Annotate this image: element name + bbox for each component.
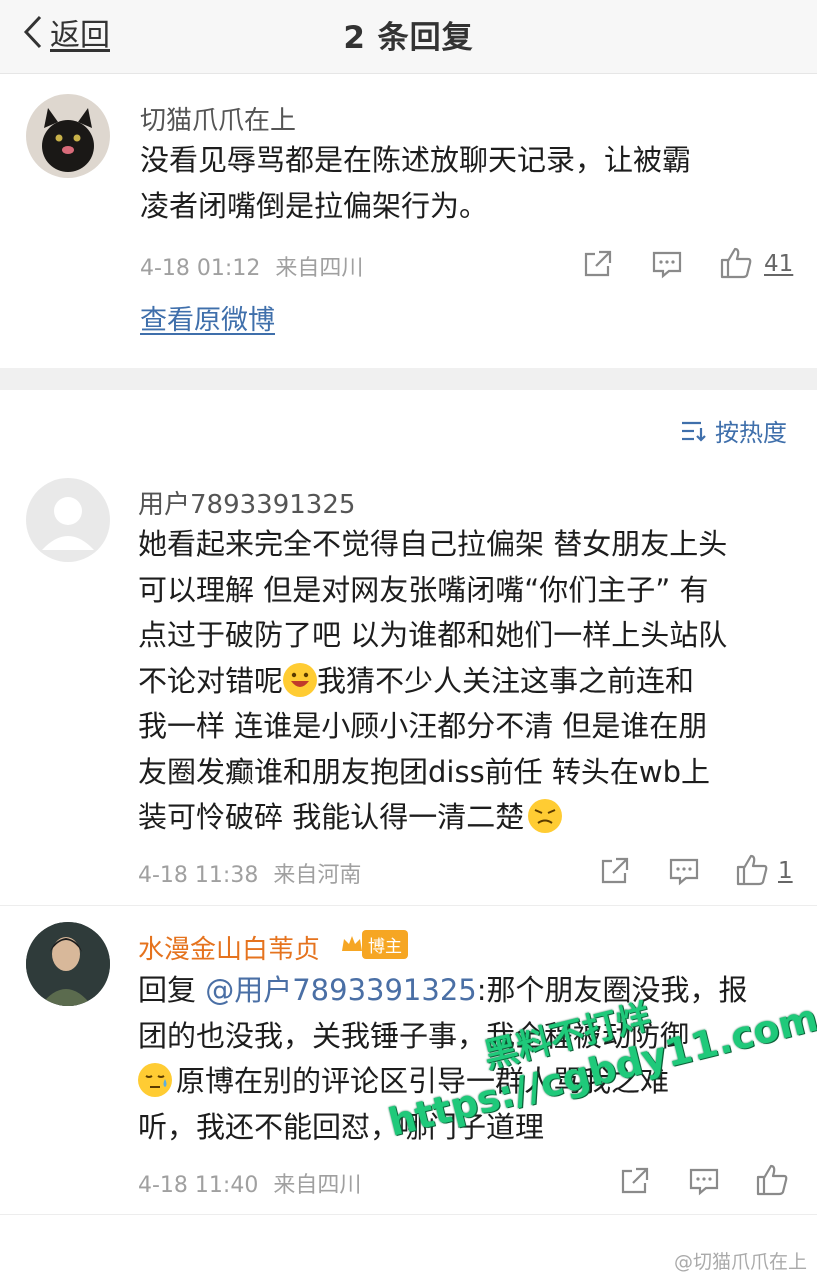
like-count[interactable]: 41 [764, 251, 793, 277]
like-count[interactable]: 1 [778, 858, 793, 884]
reply-prefix: 回复 [138, 973, 206, 1007]
reply-meta: 4-18 11:38 来自河南 [138, 857, 361, 889]
grin-emoji-icon [283, 662, 318, 697]
row-divider [0, 905, 817, 906]
comment-icon[interactable] [668, 855, 700, 887]
view-original-link[interactable]: 查看原微博 [140, 298, 275, 337]
comment-icon[interactable] [688, 1165, 720, 1197]
timestamp: 4-18 11:40 [138, 1173, 259, 1198]
default-user-icon [42, 497, 94, 550]
share-icon[interactable] [599, 855, 631, 887]
reply-line: 我一样 连谁是小顾小汪都分不清 但是谁在朋 [138, 709, 708, 743]
reply-line-text: 装可怜破碎 我能认得一清二楚 [138, 800, 525, 834]
comment-text: 没看见辱骂都是在陈述放聊天记录，让被霸 凌者闭嘴倒是拉偏架行为。 [140, 138, 800, 229]
mention-link[interactable]: @用户7893391325 [205, 973, 477, 1007]
reply-line: 友圈发癫谁和朋友抱团diss前任 转头在wb上 [138, 754, 711, 789]
footer-watermark: @切猫爪爪在上 [673, 1251, 807, 1273]
reply-line: 不论对错呢 我猜不少人关注这事之前连和 [138, 659, 808, 705]
comment-icon[interactable] [651, 248, 683, 280]
reply-text: 她看起来完全不觉得自己拉偏架 替女朋友上头 可以理解 但是对网友张嘴闭嘴“你们主… [138, 522, 808, 841]
reply-line: 她看起来完全不觉得自己拉偏架 替女朋友上头 [138, 527, 728, 561]
like-icon[interactable] [755, 1163, 789, 1197]
username[interactable]: 切猫爪爪在上 [140, 100, 296, 137]
location: 来自四川 [273, 1173, 362, 1198]
reply-line-text: 我猜不少人关注这事之前连和 [317, 663, 695, 698]
section-divider [0, 368, 817, 390]
like-icon[interactable] [719, 246, 753, 280]
angry-emoji-icon [528, 799, 563, 833]
comment-meta: 4-18 01:12 来自四川 [140, 250, 363, 282]
badge-label: 博主 [362, 929, 408, 959]
location: 来自河南 [273, 863, 362, 888]
reply-line: 可以理解 但是对网友张嘴闭嘴“你们主子” 有 [138, 572, 709, 607]
timestamp: 4-18 11:38 [138, 863, 259, 888]
share-icon[interactable] [582, 248, 614, 280]
timestamp: 4-18 01:12 [140, 256, 261, 281]
reply-line: 回复 @用户7893391325:那个朋友圈没我，报 [138, 968, 808, 1014]
reply-line: 点过于破防了吧 以为谁都和她们一样上头站队 [138, 618, 728, 652]
comment-line: 凌者闭嘴倒是拉偏架行为。 [140, 188, 489, 223]
share-icon[interactable] [619, 1165, 651, 1197]
top-bar: 返回 2 条回复 [0, 0, 817, 74]
like-icon[interactable] [735, 853, 769, 887]
location: 来自四川 [275, 256, 364, 281]
comment-line: 没看见辱骂都是在陈述放聊天记录，让被霸 [140, 143, 692, 177]
reply-line: 装可怜破碎 我能认得一清二楚 [138, 795, 808, 841]
reply-meta: 4-18 11:40 来自四川 [138, 1167, 361, 1199]
avatar[interactable] [26, 94, 110, 178]
page-title: 2 条回复 [343, 20, 474, 56]
sort-icon [682, 421, 706, 442]
cat-avatar-icon [42, 108, 94, 172]
portrait-avatar-icon [26, 922, 110, 1006]
sweat-emoji-icon [138, 1063, 172, 1097]
reply-line-text: 不论对错呢 [138, 663, 284, 698]
avatar[interactable] [26, 922, 110, 1006]
blogger-badge: 博主 [340, 929, 408, 959]
crown-icon [342, 936, 362, 951]
username[interactable]: 水漫金山白苇贞 [138, 929, 320, 966]
sort-button[interactable]: 按热度 [681, 413, 787, 448]
avatar[interactable] [26, 478, 110, 562]
username[interactable]: 用户7893391325 [138, 484, 355, 521]
row-divider [0, 1214, 817, 1215]
sort-label: 按热度 [715, 419, 787, 447]
